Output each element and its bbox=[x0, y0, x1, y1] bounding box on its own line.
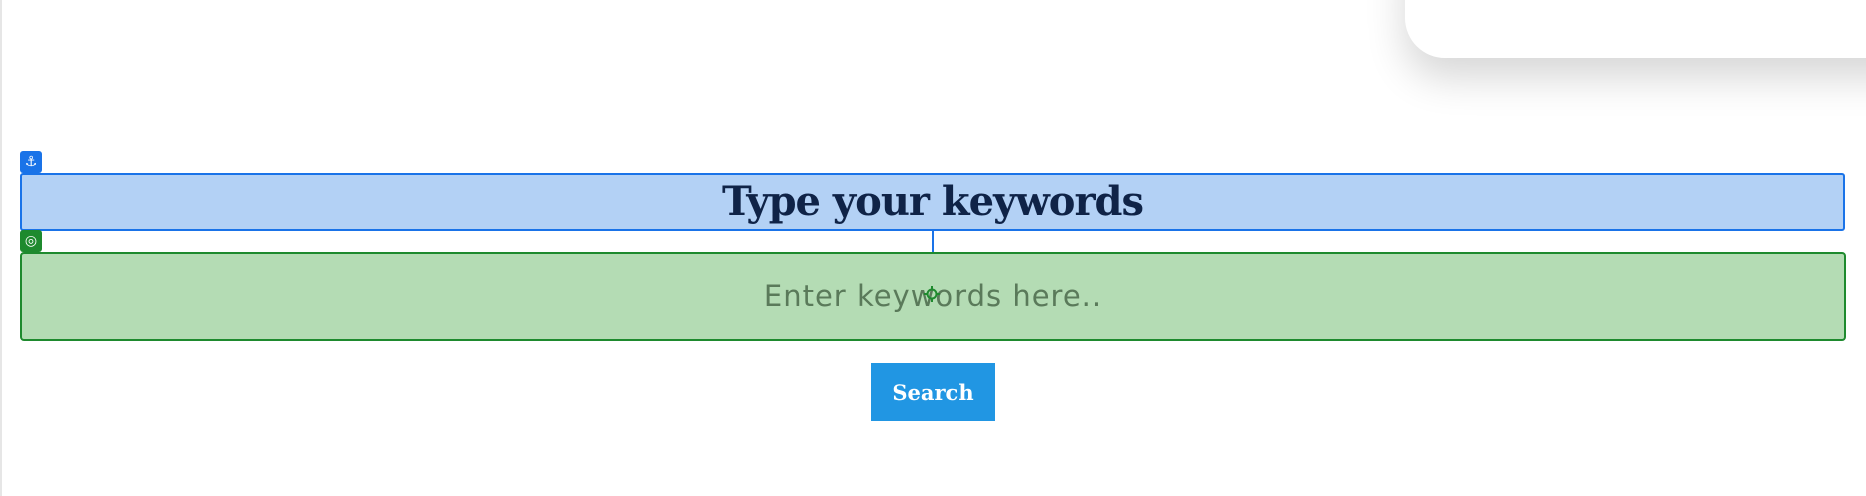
left-edge-divider bbox=[0, 0, 2, 496]
crosshair-icon bbox=[924, 286, 940, 302]
block-connector bbox=[932, 231, 934, 252]
anchor-icon[interactable]: ⚓ bbox=[20, 151, 42, 173]
form-title: Type your keywords bbox=[721, 178, 1144, 225]
popup-panel-shadow bbox=[1405, 0, 1866, 58]
target-icon[interactable]: ◎ bbox=[20, 230, 42, 252]
search-button[interactable]: Search bbox=[871, 363, 995, 421]
title-block[interactable]: Type your keywords bbox=[20, 173, 1845, 231]
